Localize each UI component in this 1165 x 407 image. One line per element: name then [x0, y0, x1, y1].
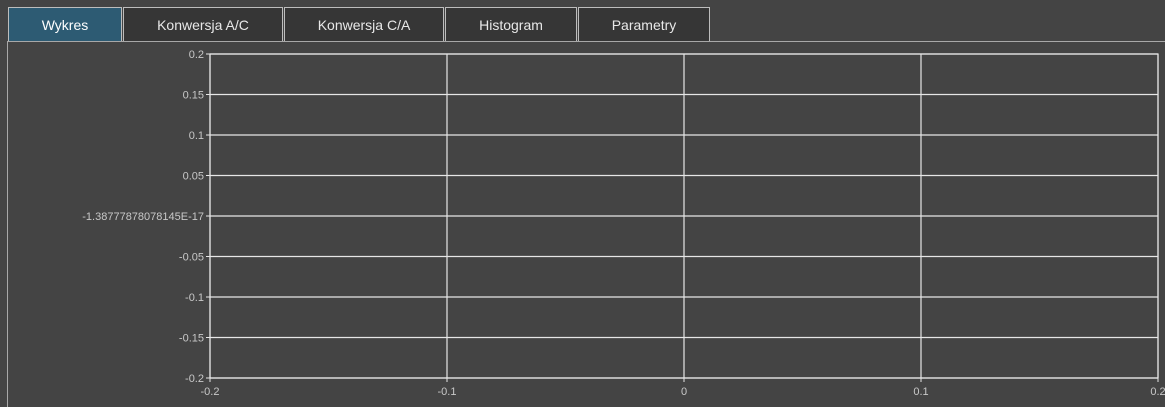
- tab-konwersja-ac-label: Konwersja A/C: [157, 16, 249, 33]
- tab-konwersja-ac[interactable]: Konwersja A/C: [123, 7, 283, 41]
- tab-histogram-label: Histogram: [479, 16, 543, 33]
- tab-parametry-label: Parametry: [611, 16, 677, 33]
- tab-strip: Wykres Konwersja A/C Konwersja C/A Histo…: [8, 7, 711, 41]
- y-tick-label: 0.05: [183, 171, 204, 183]
- x-tick-label: 0.1: [913, 386, 928, 398]
- y-tick-label: -0.2: [185, 373, 204, 385]
- y-tick-label: -1.38777878078145E-17: [82, 211, 204, 223]
- y-tick-label: -0.05: [179, 252, 204, 264]
- tab-wykres-label: Wykres: [41, 16, 89, 33]
- tab-content-panel: 0.2 0.15 0.1 0.05 -1.38777878078145E-17 -0.05…: [7, 41, 1165, 407]
- tab-konwersja-ca-label: Konwersja C/A: [317, 16, 411, 33]
- y-tick-label: 0.15: [183, 90, 204, 102]
- chart-plot[interactable]: 0.2 0.15 0.1 0.05 -1.38777878078145E-17 -0.05…: [8, 42, 1165, 407]
- y-tick-label: 0.1: [189, 130, 204, 142]
- app-window: Wykres Konwersja A/C Konwersja C/A Histo…: [0, 0, 1165, 407]
- y-tick-label: -0.1: [185, 292, 204, 304]
- y-tick-label: 0.2: [189, 49, 204, 61]
- x-tick-label: 0.2: [1150, 386, 1165, 398]
- x-tick-label: -0.2: [201, 386, 220, 398]
- y-tick-label: -0.15: [179, 333, 204, 345]
- x-tick-label: 0: [681, 386, 687, 398]
- tab-parametry[interactable]: Parametry: [578, 7, 710, 41]
- x-tick-label: -0.1: [438, 386, 457, 398]
- tab-wykres[interactable]: Wykres: [8, 7, 122, 41]
- tab-histogram[interactable]: Histogram: [445, 7, 577, 41]
- tab-konwersja-ca[interactable]: Konwersja C/A: [284, 7, 444, 41]
